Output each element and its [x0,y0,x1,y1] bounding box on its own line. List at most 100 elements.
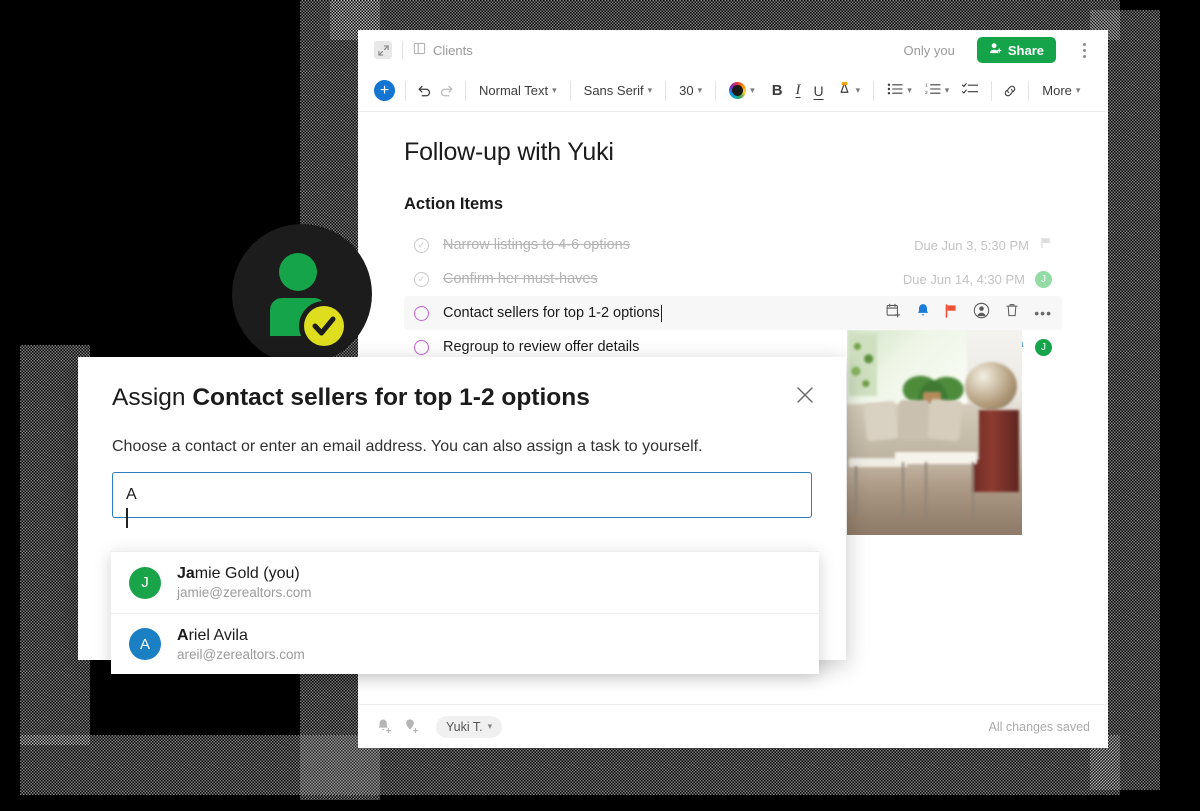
share-button-label: Share [1007,42,1044,58]
share-button[interactable]: Share [976,37,1056,63]
italic-label: I [795,82,801,98]
chevron-down-icon: ▾ [487,721,493,731]
link-icon[interactable] [1002,83,1018,99]
photo-foliage [849,334,877,396]
more-options-dropdown[interactable]: More ▾ [1039,81,1083,100]
contact-input-wrapper [78,456,846,518]
suggestion-text: Jamie Gold (you) jamie@zerealtors.com [177,565,312,600]
assigned-person-badge [232,224,372,364]
task-checkbox-open[interactable] [414,339,429,355]
task-due-date: Due Jun 3, 5:30 PM [914,237,1029,253]
overflow-dots-icon[interactable]: ••• [1034,305,1052,321]
undo-icon[interactable] [416,83,432,99]
badge-check-circle-icon [304,306,344,346]
toolbar-divider-4 [665,80,667,101]
suggestion-name: Jamie Gold (you) [177,565,312,583]
contact-search-input[interactable] [112,472,812,518]
bulleted-list-button[interactable]: ▾ [884,80,915,101]
section-heading: Action Items [404,195,504,213]
task-row[interactable]: ✓ Confirm her must-haves Due Jun 14, 4:3… [404,262,1062,296]
task-label: Narrow listings to 4-6 options [443,237,630,253]
suggestion-name-rest: riel Avila [188,626,248,644]
photo-table-leg [972,462,974,520]
text-color-picker[interactable]: ▾ [726,80,758,101]
bold-button[interactable]: B [769,80,786,101]
task-checkbox-open[interactable] [414,305,429,321]
task-action-icons: ••• [886,302,1052,324]
contact-suggestions-dropdown: J Jamie Gold (you) jamie@zerealtors.com … [111,551,819,674]
plus-circle-icon[interactable]: + [374,80,395,101]
checklist-button[interactable] [959,80,981,101]
titlebar-divider [402,41,403,59]
collaborator-chip[interactable]: Yuki T. ▾ [436,715,503,738]
bell-icon[interactable] [916,303,930,323]
list-item[interactable]: A Ariel Avila areil@zerealtors.com [111,613,819,674]
assign-person-icon[interactable] [973,302,990,324]
breadcrumb-label: Clients [433,42,473,58]
chevron-down-icon: ▾ [907,85,912,95]
chevron-down-icon: ▾ [855,85,861,95]
breadcrumb[interactable]: Clients [413,42,473,58]
dialog-title-prefix: Assign [112,384,193,411]
kebab-menu-icon[interactable] [1074,42,1094,58]
avatar[interactable]: J [1035,338,1052,356]
highlight-color-picker[interactable]: ▾ [834,79,864,102]
add-follower-icon[interactable] [403,718,420,736]
toolbar-divider-6 [873,80,875,101]
sharing-status: Only you [903,42,955,58]
add-reminder-icon[interactable] [376,718,393,736]
task-label: Confirm her must-haves [443,271,598,287]
avatar: J [129,566,161,599]
italic-button[interactable]: I [793,80,804,101]
document-icon [413,42,426,58]
suggestion-email: jamie@zerealtors.com [177,585,312,600]
photo-lamp [965,362,1017,410]
chevron-down-icon: ▾ [697,85,703,95]
add-person-icon [989,42,1002,58]
task-checkbox-checked[interactable]: ✓ [414,237,429,253]
task-row[interactable]: ✓ Narrow listings to 4-6 options Due Jun… [404,228,1062,262]
photo-table-leg [855,466,857,516]
redo-icon[interactable] [439,83,455,99]
suggestion-name-rest: mie Gold (you) [194,565,300,582]
trash-icon[interactable] [1005,303,1019,323]
font-size-dropdown[interactable]: 30 ▾ [676,81,705,100]
save-status: All changes saved [988,719,1090,734]
document-statusbar: Yuki T. ▾ All changes saved [358,704,1108,748]
toolbar-divider-3 [569,80,571,101]
photo-table-leg [902,462,904,516]
expand-arrows-icon[interactable] [374,41,392,59]
numbered-list-icon: 12 [925,82,941,99]
calendar-add-icon[interactable] [886,303,901,323]
underline-button[interactable]: U [811,81,827,101]
dialog-description: Choose a contact or enter an email addre… [112,438,703,455]
underline-label: U [813,82,824,99]
numbered-list-button[interactable]: 12 ▾ [922,80,953,101]
font-size-label: 30 [679,83,694,98]
font-family-dropdown[interactable]: Sans Serif ▾ [581,81,656,100]
text-color-wheel-icon [729,82,747,99]
living-room-photo [847,330,1022,535]
chevron-down-icon: ▾ [944,85,950,95]
flag-icon[interactable] [945,303,958,323]
paragraph-style-dropdown[interactable]: Normal Text ▾ [476,81,560,100]
list-item[interactable]: J Jamie Gold (you) jamie@zerealtors.com [111,552,819,613]
avatar[interactable]: J [1035,270,1052,288]
text-cursor [660,304,663,322]
photo-table-leg [925,462,927,520]
task-row-active[interactable]: Contact sellers for top 1-2 options ••• [404,296,1062,330]
dialog-title: Assign Contact sellers for top 1-2 optio… [112,384,590,412]
photo-cushion [927,398,963,442]
close-icon[interactable] [794,384,816,410]
task-label: Regroup to review offer details [443,339,640,355]
task-due-date: Due Jun 14, 4:30 PM [902,271,1025,287]
dialog-header: Assign Contact sellers for top 1-2 optio… [78,357,846,412]
formatting-toolbar: + Normal Text ▾ Sans Serif ▾ 30 ▾ ▾ B I … [358,70,1108,112]
flag-icon[interactable] [1041,236,1052,254]
collaborator-name: Yuki T. [446,719,483,734]
task-checkbox-checked[interactable]: ✓ [414,271,429,287]
highlighter-icon [837,81,852,100]
suggestion-text: Ariel Avila areil@zerealtors.com [177,627,305,662]
font-family-label: Sans Serif [583,83,644,98]
suggestion-name-match: Ja [177,565,195,582]
